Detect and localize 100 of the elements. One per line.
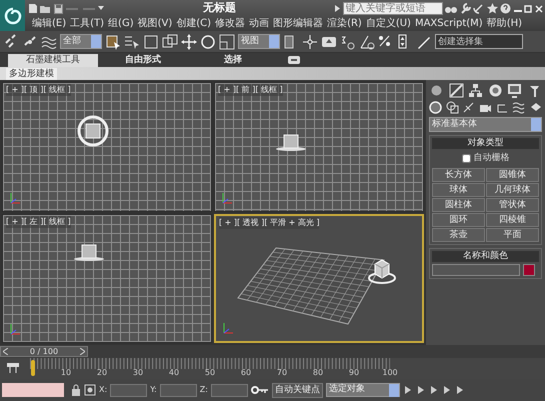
window-crossing-icon[interactable] bbox=[162, 34, 178, 50]
minimize-ribbon-icon[interactable] bbox=[288, 56, 300, 64]
ruler-label: 90 bbox=[348, 367, 360, 379]
ruler-label: 40 bbox=[168, 367, 180, 379]
hierarchy-icon[interactable] bbox=[468, 83, 484, 98]
object-type-button[interactable]: 球体 bbox=[432, 182, 485, 196]
axis-tripod-icon bbox=[9, 190, 21, 204]
coordinate-label: Y: bbox=[150, 384, 157, 396]
angle-snap-icon[interactable] bbox=[359, 34, 375, 50]
selection-filter-dropdown[interactable]: 全部 bbox=[60, 34, 102, 49]
lock-icon[interactable] bbox=[71, 384, 81, 396]
ribbon-tab[interactable]: 选择 bbox=[188, 54, 278, 67]
coordinate-field[interactable] bbox=[210, 384, 248, 396]
ruler-label: 80 bbox=[312, 367, 324, 379]
object-type-button[interactable]: 管状体 bbox=[486, 198, 539, 212]
viewport-label[interactable]: [ + ][ 透视 ][ 平滑 + 高光 ] bbox=[219, 216, 320, 228]
time-slider-thumb[interactable]: 0 / 100 bbox=[0, 346, 88, 357]
frame-marker-icon[interactable] bbox=[31, 360, 35, 376]
object-name-field[interactable] bbox=[432, 264, 520, 276]
motion-icon[interactable] bbox=[488, 83, 503, 98]
manipulate-icon[interactable] bbox=[302, 34, 318, 50]
object-type-button[interactable]: 四棱锥 bbox=[486, 212, 539, 226]
menu-item[interactable]: 修改器 bbox=[213, 17, 248, 31]
axis-tripod-icon bbox=[221, 190, 233, 204]
object-type-button[interactable]: 平面 bbox=[486, 228, 539, 242]
menu-item[interactable]: 帮助(H) bbox=[484, 17, 524, 31]
object-type-button[interactable]: 几何球体 bbox=[486, 182, 539, 196]
close-icon[interactable] bbox=[534, 4, 542, 12]
ribbon-tab[interactable]: 自由形式 bbox=[98, 54, 188, 67]
rotate-icon[interactable] bbox=[200, 34, 216, 50]
play-icon[interactable] bbox=[335, 5, 340, 12]
key-icon[interactable] bbox=[250, 385, 269, 395]
polygon-modeling-button[interactable]: 多边形建模 bbox=[6, 68, 57, 80]
coordinate-field[interactable] bbox=[110, 384, 148, 396]
filter-icon[interactable] bbox=[6, 361, 20, 375]
ruler-label: 20 bbox=[96, 367, 108, 379]
help-icon[interactable] bbox=[500, 3, 511, 14]
ruler-label: 50 bbox=[204, 367, 216, 379]
key-filter-dropdown[interactable]: 选定对象 bbox=[326, 383, 400, 397]
move-icon[interactable] bbox=[181, 34, 197, 50]
object-type-button[interactable]: 圆环 bbox=[432, 212, 485, 226]
axis-tripod-icon bbox=[222, 321, 234, 335]
select-by-name-icon[interactable] bbox=[124, 34, 140, 50]
wireframe-viewport[interactable]: [ + ][ 顶 ][ 线框 ] bbox=[2, 82, 212, 212]
menu-item[interactable]: 图形编辑器 bbox=[271, 17, 326, 31]
named-selection-field[interactable]: 创建选择集 bbox=[435, 34, 523, 49]
geometry-icon[interactable] bbox=[429, 101, 442, 114]
ruler-label: 70 bbox=[276, 367, 288, 379]
wireframe-viewport[interactable]: [ + ][ 前 ][ 线框 ] bbox=[214, 82, 424, 212]
axis-tripod-icon bbox=[9, 322, 21, 336]
box-object-drawing bbox=[77, 115, 109, 147]
autogrid-checkbox[interactable] bbox=[462, 154, 471, 163]
timeline-ruler[interactable] bbox=[30, 358, 390, 369]
viewport-label[interactable]: [ + ][ 前 ][ 线框 ] bbox=[218, 84, 283, 96]
menu-item[interactable]: 渲染(R) bbox=[325, 17, 364, 31]
auto-key-button[interactable]: 自动关键点 bbox=[272, 382, 323, 398]
object-type-button[interactable]: 圆锥体 bbox=[486, 168, 539, 182]
open-folder-icon[interactable] bbox=[40, 4, 51, 14]
menu-item[interactable]: 自定义(U) bbox=[364, 17, 413, 31]
object-type-button[interactable]: 茶壶 bbox=[432, 228, 485, 242]
rollout-header[interactable]: 对象类型 bbox=[432, 138, 539, 149]
menu-item[interactable]: 视图(V) bbox=[136, 17, 174, 31]
menu-item[interactable]: 组(G) bbox=[106, 17, 136, 31]
wireframe-viewport[interactable]: [ + ][ 左 ][ 线框 ] bbox=[2, 214, 212, 343]
display-icon[interactable] bbox=[507, 83, 522, 98]
snap-3d-icon[interactable] bbox=[340, 34, 356, 50]
shapes-icon[interactable] bbox=[446, 101, 459, 114]
new-file-icon[interactable] bbox=[28, 3, 38, 14]
rollout-header[interactable]: 名称和颜色 bbox=[432, 250, 539, 262]
script-listener-field[interactable] bbox=[2, 383, 64, 397]
scale-icon[interactable] bbox=[219, 34, 235, 50]
app-logo-icon[interactable] bbox=[2, 6, 22, 26]
menu-item[interactable]: 编辑(E) bbox=[30, 17, 68, 31]
object-type-button[interactable]: 圆柱体 bbox=[432, 198, 485, 212]
caret-icon[interactable] bbox=[98, 6, 104, 11]
perspective-viewport[interactable]: [ + ][ 透视 ][ 平滑 + 高光 ] bbox=[214, 214, 424, 343]
object-type-button[interactable]: 长方体 bbox=[432, 168, 485, 182]
save-icon[interactable] bbox=[54, 4, 62, 14]
rectangle-select-icon[interactable] bbox=[143, 34, 159, 50]
play-icon[interactable] bbox=[428, 385, 439, 395]
reference-coordinate-dropdown[interactable]: 视图 bbox=[238, 34, 280, 49]
space-warps-icon[interactable] bbox=[512, 101, 526, 114]
object-category-dropdown[interactable]: 标准基本体 bbox=[429, 117, 542, 132]
selection-lock-icon[interactable] bbox=[84, 384, 96, 396]
select-object-icon[interactable] bbox=[105, 34, 121, 50]
object-color-swatch[interactable] bbox=[522, 264, 534, 276]
checkbox-label: 自动栅格 bbox=[473, 152, 510, 164]
star-icon[interactable] bbox=[486, 3, 498, 14]
menu-item[interactable]: 工具(T) bbox=[68, 17, 106, 31]
menu-item[interactable]: 创建(C) bbox=[174, 17, 214, 31]
wrench-icon[interactable] bbox=[460, 3, 470, 14]
menu-item[interactable]: 动画 bbox=[247, 17, 272, 31]
coordinate-field[interactable] bbox=[160, 384, 197, 396]
menu-item[interactable]: MAXScript(M) bbox=[412, 17, 485, 31]
ribbon-tab[interactable]: 石墨建模工具 bbox=[8, 54, 98, 67]
viewport-label[interactable]: [ + ][ 顶 ][ 线框 ] bbox=[6, 84, 71, 96]
modify-icon[interactable] bbox=[448, 83, 464, 98]
maximize-icon[interactable] bbox=[524, 4, 532, 12]
viewport-label[interactable]: [ + ][ 左 ][ 线框 ] bbox=[6, 216, 71, 228]
ruler-label: 100 bbox=[382, 367, 398, 379]
